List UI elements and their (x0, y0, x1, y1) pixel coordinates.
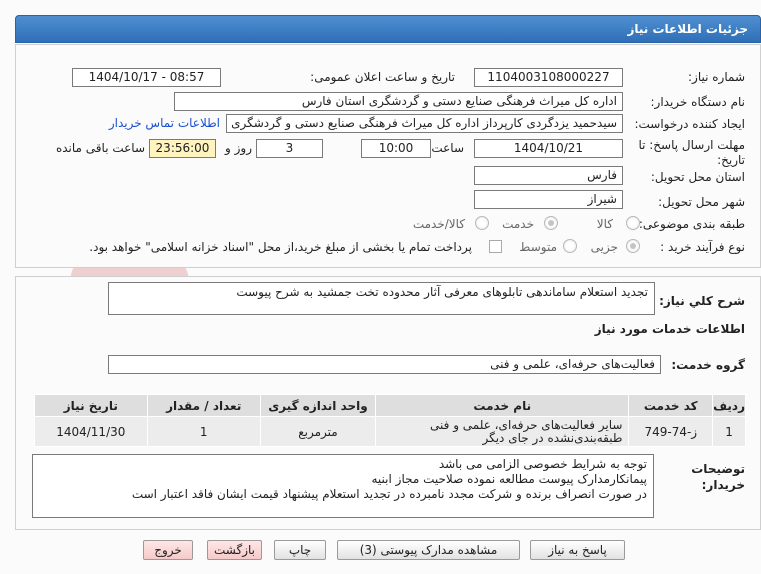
buyer-notes-line-1: توجه به شرایط خصوصی الزامی می باشد (438, 457, 647, 471)
table-header-row: ردیف کد خدمت نام خدمت واحد اندازه گیری ت… (34, 394, 746, 417)
col-header-quantity: تعداد / مقدار (146, 394, 261, 417)
cell-quantity: 1 (146, 416, 261, 447)
cell-unit: مترمربع (259, 416, 377, 447)
col-header-service-name: نام خدمت (375, 394, 630, 417)
announce-date-field: 1404/10/17 - 08:57 (72, 68, 221, 87)
services-table: ردیف کد خدمت نام خدمت واحد اندازه گیری ت… (34, 394, 746, 447)
col-header-service-code: کد خدمت (628, 394, 714, 417)
deadline-time-field: 10:00 (361, 139, 431, 158)
deadline-date-field: 1404/10/21 (474, 139, 623, 158)
cell-service-name: سایر فعالیت‌های حرفه‌ای، علمی و فنی طبقه… (375, 416, 630, 447)
treasury-payment-note: پرداخت تمام یا بخشی از مبلغ خرید،از محل … (89, 240, 472, 254)
page: جزئیات اطلاعات نیاز AriaTender.net شماره… (0, 0, 761, 574)
province-field: فارس (474, 166, 623, 185)
cell-need-date: 1404/11/30 (34, 416, 148, 447)
col-header-unit: واحد اندازه گیری (259, 394, 377, 417)
cell-row-number: 1 (712, 416, 746, 447)
description-label: شرح کلي نياز: (659, 294, 745, 308)
view-attachments-button[interactable]: مشاهده مدارک پیوستی (3) (337, 540, 520, 560)
province-label: استان محل تحویل: (650, 170, 745, 184)
buyer-notes-field: توجه به شرایط خصوصی الزامی می باشد پیمان… (32, 454, 654, 518)
deadline-label: مهلت ارسال پاسخ: تا تاریخ: (638, 138, 745, 167)
days-remaining-field: 3 (256, 139, 323, 158)
exit-button[interactable]: خروج (143, 540, 193, 560)
city-label: شهر محل تحویل: (658, 195, 745, 209)
creator-field: سیدحمید یزدگردی کارپرداز اداره کل میراث … (226, 114, 623, 133)
creator-label: ایجاد کننده درخواست: (634, 117, 745, 131)
buyer-contact-link[interactable]: اطلاعات تماس خریدار (109, 116, 220, 130)
buyer-org-label: نام دستگاه خریدار: (650, 95, 746, 109)
treasury-payment-checkbox[interactable] (489, 240, 502, 253)
buyer-org-field: اداره کل میراث فرهنگی صنایع دستی و گردشگ… (174, 92, 623, 111)
category-radio-service[interactable] (544, 216, 558, 230)
process-radio-medium[interactable] (563, 239, 577, 253)
category-radio-goods[interactable] (626, 216, 640, 230)
services-section-title: اطلاعات خدمات مورد نیاز (594, 322, 745, 336)
buyer-notes-line-3: در صورت انصراف برنده و شرکت مجدد نامبرده… (131, 487, 647, 501)
need-number-field: 1104003108000227 (474, 68, 623, 87)
print-button[interactable]: چاپ (274, 540, 326, 560)
process-radio-minor[interactable] (626, 239, 640, 253)
remaining-time-label: ساعت باقی مانده (55, 141, 145, 155)
process-label: نوع فرآیند خرید : (660, 240, 745, 254)
category-label: طبقه بندی موضوعی: (638, 217, 745, 231)
deadline-time-label: ساعت (431, 141, 464, 155)
col-header-row-number: ردیف (712, 394, 746, 417)
service-group-field: فعالیت‌های حرفه‌ای، علمی و فنی (108, 355, 661, 374)
reply-button[interactable]: پاسخ به نیاز (530, 540, 625, 560)
buyer-notes-label: توضیحات خریدار: (691, 462, 745, 492)
description-field: تجدید استعلام ساماندهی تابلوهای معرفی آث… (108, 282, 655, 315)
col-header-need-date: تاریخ نیاز (34, 394, 148, 417)
city-field: شیراز (474, 190, 623, 209)
need-number-label: شماره نیاز: (688, 70, 745, 84)
category-radio-goods-service[interactable] (475, 216, 489, 230)
back-button[interactable]: بازگشت (207, 540, 262, 560)
process-option-medium: متوسط (519, 240, 557, 254)
announce-date-label: تاریخ و ساعت اعلان عمومی: (310, 70, 455, 84)
days-label: روز و (225, 141, 252, 155)
table-row: 1 ز-74-749 سایر فعالیت‌های حرفه‌ای، علمی… (34, 416, 746, 447)
category-option-goods: کالا (596, 217, 613, 231)
category-option-service: خدمت (502, 217, 534, 231)
remaining-time-field: 23:56:00 (149, 139, 216, 158)
page-title: جزئیات اطلاعات نیاز (627, 22, 748, 36)
category-option-goods-service: کالا/خدمت (412, 217, 465, 231)
buyer-notes-line-2: پیمانکارمدارک پیوست مطالعه نموده صلاحیت … (371, 472, 647, 486)
cell-service-code: ز-74-749 (628, 416, 714, 447)
service-group-label: گروه خدمت: (671, 358, 745, 372)
title-bar: جزئیات اطلاعات نیاز (15, 15, 761, 43)
process-option-minor: جزیی (590, 240, 618, 254)
